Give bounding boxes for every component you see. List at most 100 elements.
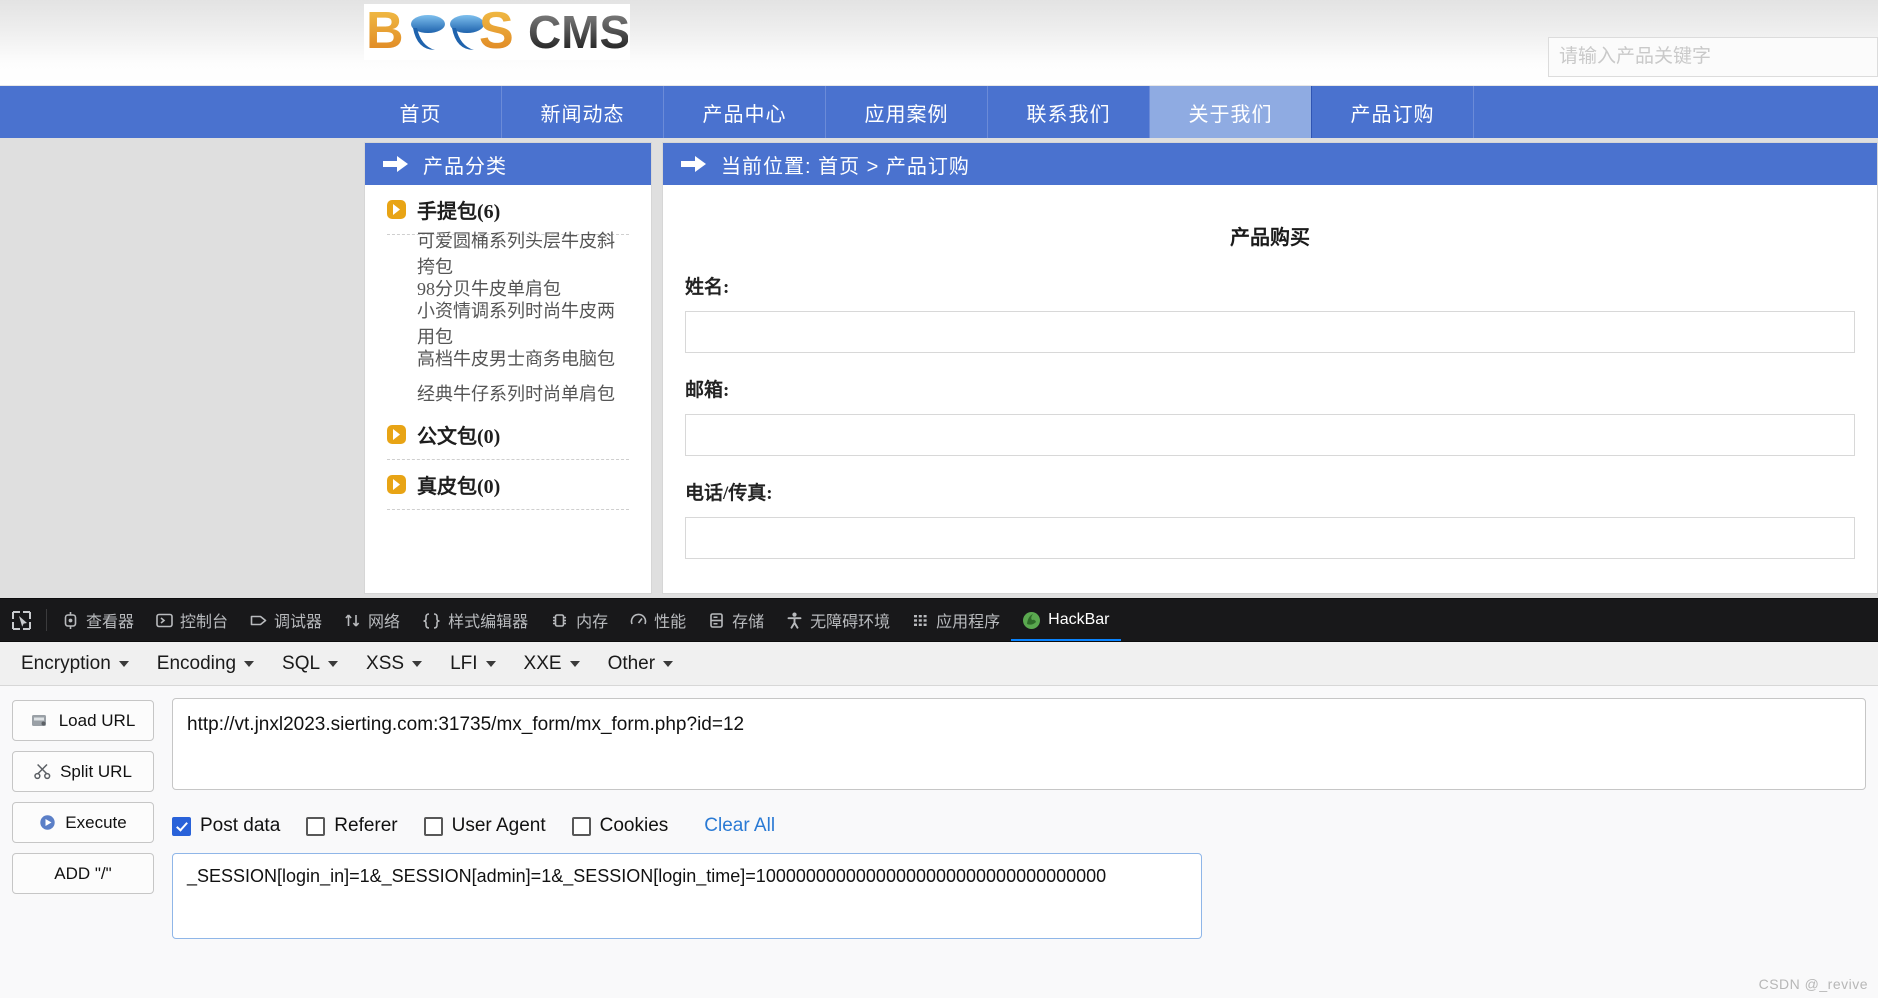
hackbar-menu-lfi[interactable]: LFI bbox=[439, 648, 506, 680]
hackbar-menu-sql[interactable]: SQL bbox=[271, 648, 349, 680]
checkbox-box bbox=[571, 816, 591, 836]
devtools-tab-label: 样式编辑器 bbox=[448, 614, 529, 631]
hackbar-icon bbox=[1023, 611, 1041, 629]
nav-item-about[interactable]: 关于我们 bbox=[1150, 86, 1312, 138]
checkbox-box bbox=[306, 816, 326, 836]
name-field[interactable] bbox=[685, 311, 1855, 353]
sidebar-panel-title: 产品分类 bbox=[423, 155, 507, 178]
category-group-label: 手提包(6) bbox=[417, 201, 501, 223]
svg-text:B: B bbox=[366, 6, 404, 58]
devtools-tab-label: 网络 bbox=[368, 614, 401, 631]
post-data-checkbox[interactable]: Post data bbox=[172, 815, 280, 837]
menu-label: XXE bbox=[523, 652, 562, 674]
phone-field[interactable] bbox=[685, 517, 1855, 559]
devtools-tab-debugger[interactable]: 调试器 bbox=[239, 599, 333, 641]
devtools-tab-label: 控制台 bbox=[180, 614, 229, 631]
devtools-tab-hackbar[interactable]: HackBar bbox=[1011, 599, 1121, 641]
devtools-tab-accessibility[interactable]: 无障碍环境 bbox=[775, 599, 901, 641]
devtools-tab-storage[interactable]: 存储 bbox=[697, 599, 775, 641]
devtools-tab-inspector[interactable]: 查看器 bbox=[51, 599, 145, 641]
network-icon bbox=[345, 613, 360, 627]
execute-button[interactable]: Execute bbox=[12, 802, 154, 843]
product-category-sidebar: 产品分类 手提包(6) 可爱圆桶系列头层牛皮斜挎包 98分贝牛皮单肩包 小资情调… bbox=[364, 142, 652, 594]
nav-item-contact[interactable]: 联系我们 bbox=[988, 86, 1150, 138]
checkbox-label: Referer bbox=[334, 815, 398, 836]
menu-label: LFI bbox=[450, 652, 478, 674]
menu-label: SQL bbox=[282, 652, 321, 674]
hackbar-action-buttons: Load URL Split URL Execute ADD "/" bbox=[12, 698, 154, 944]
checkbox-box-checked bbox=[172, 816, 191, 836]
devtools-tab-label: 查看器 bbox=[86, 614, 135, 631]
nav-item-products[interactable]: 产品中心 bbox=[664, 86, 826, 138]
chevron-down-icon bbox=[569, 660, 580, 667]
nav-item-home[interactable]: 首页 bbox=[340, 86, 502, 138]
split-url-button[interactable]: Split URL bbox=[12, 751, 154, 792]
chevron-down-icon bbox=[328, 660, 339, 667]
right-arrow-icon bbox=[681, 156, 706, 172]
devtools-tab-style-editor[interactable]: 样式编辑器 bbox=[411, 599, 539, 641]
devtools-tab-label: 无障碍环境 bbox=[810, 614, 891, 631]
chevron-down-icon bbox=[244, 660, 255, 667]
svg-text:CMS: CMS bbox=[528, 6, 628, 58]
browser-page-viewport: B S CMS 首页 新闻动态 产品中心 应用案例 联系我们 关于我们 产品订购 bbox=[0, 0, 1878, 598]
hackbar-menu-encoding[interactable]: Encoding bbox=[146, 648, 265, 680]
site-logo[interactable]: B S CMS bbox=[364, 4, 630, 60]
devtools-tab-label: 内存 bbox=[576, 614, 609, 631]
bees-cms-logo-icon: B S CMS bbox=[366, 6, 628, 58]
category-group-briefcases[interactable]: 公文包(0) bbox=[387, 410, 629, 460]
category-item[interactable]: 可爱圆桶系列头层牛皮斜挎包 bbox=[387, 231, 629, 277]
button-label: Split URL bbox=[60, 761, 132, 781]
toolbar-divider bbox=[46, 609, 47, 631]
category-list: 手提包(6) 可爱圆桶系列头层牛皮斜挎包 98分贝牛皮单肩包 小资情调系列时尚牛… bbox=[365, 185, 651, 510]
devtools-tabbar: 查看器 控制台 调试器 网络 样式编辑器 内存 性能 存储 无障碍环境 应用程序… bbox=[0, 599, 1878, 642]
cookies-checkbox[interactable]: Cookies bbox=[571, 815, 668, 837]
category-item[interactable]: 经典牛仔系列时尚单肩包 bbox=[387, 375, 629, 410]
user-agent-checkbox[interactable]: User Agent bbox=[423, 815, 546, 837]
menu-label: Encryption bbox=[21, 652, 111, 674]
search-input[interactable] bbox=[1548, 37, 1878, 77]
button-label: Load URL bbox=[58, 710, 136, 730]
hackbar-menu-encryption[interactable]: Encryption bbox=[10, 648, 140, 680]
storage-icon bbox=[710, 612, 723, 628]
orange-arrow-bullet-icon bbox=[387, 425, 406, 444]
checkbox-label: User Agent bbox=[451, 815, 546, 836]
devtools-tab-label: 存储 bbox=[732, 614, 765, 631]
category-item[interactable]: 小资情调系列时尚牛皮两用包 bbox=[387, 301, 629, 347]
devtools-tab-label: 应用程序 bbox=[936, 614, 1001, 631]
checkbox-label: Post data bbox=[200, 815, 281, 836]
category-group-label: 公文包(0) bbox=[417, 426, 501, 448]
category-group-leatherbags[interactable]: 真皮包(0) bbox=[387, 460, 629, 510]
devtools-tab-application[interactable]: 应用程序 bbox=[901, 599, 1011, 641]
load-url-button[interactable]: Load URL bbox=[12, 700, 154, 741]
nav-item-cases[interactable]: 应用案例 bbox=[826, 86, 988, 138]
hackbar-menu-xss[interactable]: XSS bbox=[355, 648, 433, 680]
orange-arrow-bullet-icon bbox=[387, 475, 406, 494]
post-data-input[interactable] bbox=[172, 853, 1202, 939]
button-label: Execute bbox=[65, 812, 127, 832]
add-slash-button[interactable]: ADD "/" bbox=[12, 853, 154, 894]
element-picker-icon[interactable] bbox=[0, 599, 42, 641]
email-field[interactable] bbox=[685, 414, 1855, 456]
split-url-icon bbox=[34, 763, 51, 780]
devtools-tab-label: 调试器 bbox=[274, 614, 323, 631]
category-item[interactable]: 高档牛皮男士商务电脑包 bbox=[387, 340, 629, 375]
nav-item-news[interactable]: 新闻动态 bbox=[502, 86, 664, 138]
menu-label: Encoding bbox=[156, 652, 237, 674]
referer-checkbox[interactable]: Referer bbox=[306, 815, 398, 837]
name-field-label: 姓名: bbox=[685, 277, 730, 298]
hackbar-menu-other[interactable]: Other bbox=[597, 648, 685, 680]
nav-item-order[interactable]: 产品订购 bbox=[1312, 86, 1474, 138]
devtools-tab-console[interactable]: 控制台 bbox=[145, 599, 239, 641]
console-icon bbox=[156, 613, 173, 627]
devtools-tab-memory[interactable]: 内存 bbox=[539, 599, 619, 641]
orange-arrow-bullet-icon bbox=[387, 200, 406, 219]
devtools-tab-network[interactable]: 网络 bbox=[333, 599, 411, 641]
devtools-tab-performance[interactable]: 性能 bbox=[619, 599, 697, 641]
hackbar-menu-xxe[interactable]: XXE bbox=[513, 648, 591, 680]
url-input[interactable] bbox=[172, 698, 1866, 790]
main-navigation: 首页 新闻动态 产品中心 应用案例 联系我们 关于我们 产品订购 bbox=[0, 86, 1878, 138]
clear-all-link[interactable]: Clear All bbox=[704, 815, 775, 837]
left-gutter bbox=[0, 138, 364, 598]
memory-icon bbox=[553, 613, 567, 627]
nav-left-spacer bbox=[0, 86, 340, 138]
